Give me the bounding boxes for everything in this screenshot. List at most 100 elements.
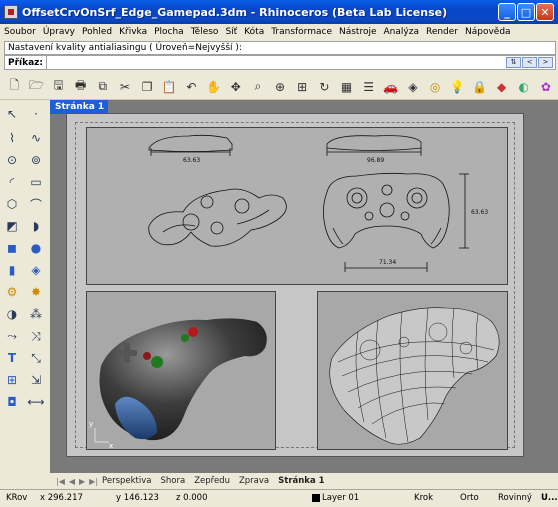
car-icon[interactable]: 🚗: [381, 76, 401, 97]
open-icon[interactable]: 🗁: [26, 76, 46, 97]
status-cplane[interactable]: KRov: [6, 493, 27, 503]
scale-icon[interactable]: ⤡: [26, 348, 46, 368]
zoom-window-icon[interactable]: ⌕: [248, 76, 268, 97]
group-icon[interactable]: ⊞: [2, 370, 22, 390]
ellipse-icon[interactable]: ⊚: [26, 150, 46, 170]
align-icon[interactable]: ⇲: [26, 370, 46, 390]
status-layer[interactable]: Layer 01: [312, 493, 359, 503]
next-icon[interactable]: >: [538, 57, 553, 68]
menu-plocha[interactable]: Plocha: [154, 27, 184, 37]
environment-icon[interactable]: ◐: [514, 76, 534, 97]
lock-icon[interactable]: 🔒: [469, 76, 489, 97]
status-ortho-toggle[interactable]: Orto: [460, 493, 479, 503]
close-button[interactable]: ✕: [536, 3, 554, 21]
pan-icon[interactable]: ✋: [203, 76, 223, 97]
import-icon[interactable]: ⧉: [93, 76, 113, 97]
arc-icon[interactable]: ◜: [2, 172, 22, 192]
dimension-label-top-right: 96.89: [367, 157, 384, 164]
prev-icon[interactable]: <: [522, 57, 537, 68]
split-icon[interactable]: ⤨: [26, 326, 46, 346]
freeform-icon[interactable]: ⌒: [26, 194, 46, 214]
object-icon[interactable]: ◘: [2, 392, 22, 412]
render-icon[interactable]: ◈: [403, 76, 423, 97]
tab-zprava[interactable]: Zprava: [239, 476, 269, 486]
menu-render[interactable]: Render: [426, 27, 458, 37]
help-icon[interactable]: ✿: [536, 76, 556, 97]
status-planar-toggle[interactable]: Rovinný: [498, 493, 532, 503]
rectangle-icon[interactable]: ▭: [26, 172, 46, 192]
options-icon[interactable]: ⇅: [506, 57, 521, 68]
status-snap-toggle[interactable]: Krok: [414, 493, 433, 503]
explode-icon[interactable]: ✸: [26, 282, 46, 302]
surface-icon[interactable]: ◩: [2, 216, 22, 236]
save-icon[interactable]: 🖫: [48, 76, 68, 97]
light-icon[interactable]: 💡: [447, 76, 467, 97]
page-tab-label[interactable]: Stránka 1: [50, 100, 108, 114]
command-input[interactable]: [46, 56, 506, 69]
command-line: Příkaz: ⇅ < >: [4, 55, 556, 70]
copy-icon[interactable]: ❐: [137, 76, 157, 97]
status-osnap-toggle[interactable]: U...: [541, 493, 558, 503]
gear-icon[interactable]: ⚙: [2, 282, 22, 302]
menu-nastroje[interactable]: Nástroje: [339, 27, 377, 37]
move-icon[interactable]: ✥: [226, 76, 246, 97]
tab-shora[interactable]: Shora: [161, 476, 186, 486]
boolean-icon[interactable]: ◑: [2, 304, 22, 324]
circle-icon[interactable]: ⊙: [2, 150, 22, 170]
tab-prev-icon[interactable]: ◀: [69, 477, 75, 486]
box-icon[interactable]: ◼: [2, 238, 22, 258]
polyline-icon[interactable]: ⌇: [2, 128, 22, 148]
standard-toolbar: 🗋 🗁 🖫 🖶 ⧉ ✂ ❐ 📋 ↶ ✋ ✥ ⌕ ⊕ ⊞ ↻ ▦ ☰ 🚗 ◈ ◎ …: [0, 74, 558, 100]
point-icon[interactable]: ·: [26, 104, 46, 124]
status-bar: KRov x 296.217 y 146.123 z 0.000 Layer 0…: [0, 489, 558, 507]
rotate-view-icon[interactable]: ↻: [314, 76, 334, 97]
tab-stranka-1[interactable]: Stránka 1: [278, 476, 324, 486]
menu-upravy[interactable]: Úpravy: [43, 27, 75, 37]
dimension-icon[interactable]: ⟷: [26, 392, 46, 412]
material-icon[interactable]: ◆: [491, 76, 511, 97]
rhino-app-icon[interactable]: [4, 5, 18, 19]
detail-viewport-drawing[interactable]: 63.63 96.89 63.63 71.34: [86, 127, 508, 285]
tab-first-icon[interactable]: |◀: [56, 477, 65, 486]
zoom-extents-icon[interactable]: ⊕: [270, 76, 290, 97]
cylinder-icon[interactable]: ▮: [2, 260, 22, 280]
detail-viewport-wireframe[interactable]: [317, 291, 508, 450]
polygon-icon[interactable]: ⬡: [2, 194, 22, 214]
print-icon[interactable]: 🖶: [70, 76, 90, 97]
menu-analyza[interactable]: Analýza: [384, 27, 419, 37]
zoom-selected-icon[interactable]: ⊞: [292, 76, 312, 97]
select-icon[interactable]: ↖: [2, 104, 22, 124]
mesh-icon[interactable]: ◈: [26, 260, 46, 280]
cut-icon[interactable]: ✂: [115, 76, 135, 97]
fillet-icon[interactable]: ⁂: [26, 304, 46, 324]
minimize-button[interactable]: _: [498, 3, 516, 21]
menu-transformace[interactable]: Transformace: [271, 27, 332, 37]
detail-viewport-rendered[interactable]: y x: [86, 291, 276, 450]
sphere-icon[interactable]: ●: [26, 238, 46, 258]
menu-sit[interactable]: Síť: [225, 27, 237, 37]
tab-next-icon[interactable]: ▶: [79, 477, 85, 486]
tab-last-icon[interactable]: ▶|: [89, 477, 98, 486]
curve-icon[interactable]: ∿: [26, 128, 46, 148]
text-icon[interactable]: T: [2, 348, 22, 368]
menu-soubor[interactable]: Soubor: [4, 27, 36, 37]
menu-krivka[interactable]: Křivka: [119, 27, 147, 37]
layer-icon[interactable]: ☰: [359, 76, 379, 97]
menu-kota[interactable]: Kóta: [244, 27, 264, 37]
menu-pohled[interactable]: Pohled: [82, 27, 112, 37]
tab-perspektiva[interactable]: Perspektiva: [102, 476, 151, 486]
trim-icon[interactable]: ⤳: [2, 326, 22, 346]
undo-icon[interactable]: ↶: [181, 76, 201, 97]
menu-napoveda[interactable]: Nápověda: [465, 27, 511, 37]
maximize-button[interactable]: □: [517, 3, 535, 21]
menu-teleso[interactable]: Těleso: [191, 27, 219, 37]
command-prompt-label: Příkaz:: [8, 57, 44, 68]
paste-icon[interactable]: 📋: [159, 76, 179, 97]
tab-zepredu[interactable]: Zepředu: [194, 476, 230, 486]
extrude-icon[interactable]: ◗: [26, 216, 46, 236]
new-icon[interactable]: 🗋: [4, 76, 24, 97]
status-x-coord: x 296.217: [40, 493, 83, 503]
color-icon[interactable]: ◎: [425, 76, 445, 97]
grid-icon[interactable]: ▦: [336, 76, 356, 97]
wireframe-gamepad-svg: [329, 307, 500, 445]
